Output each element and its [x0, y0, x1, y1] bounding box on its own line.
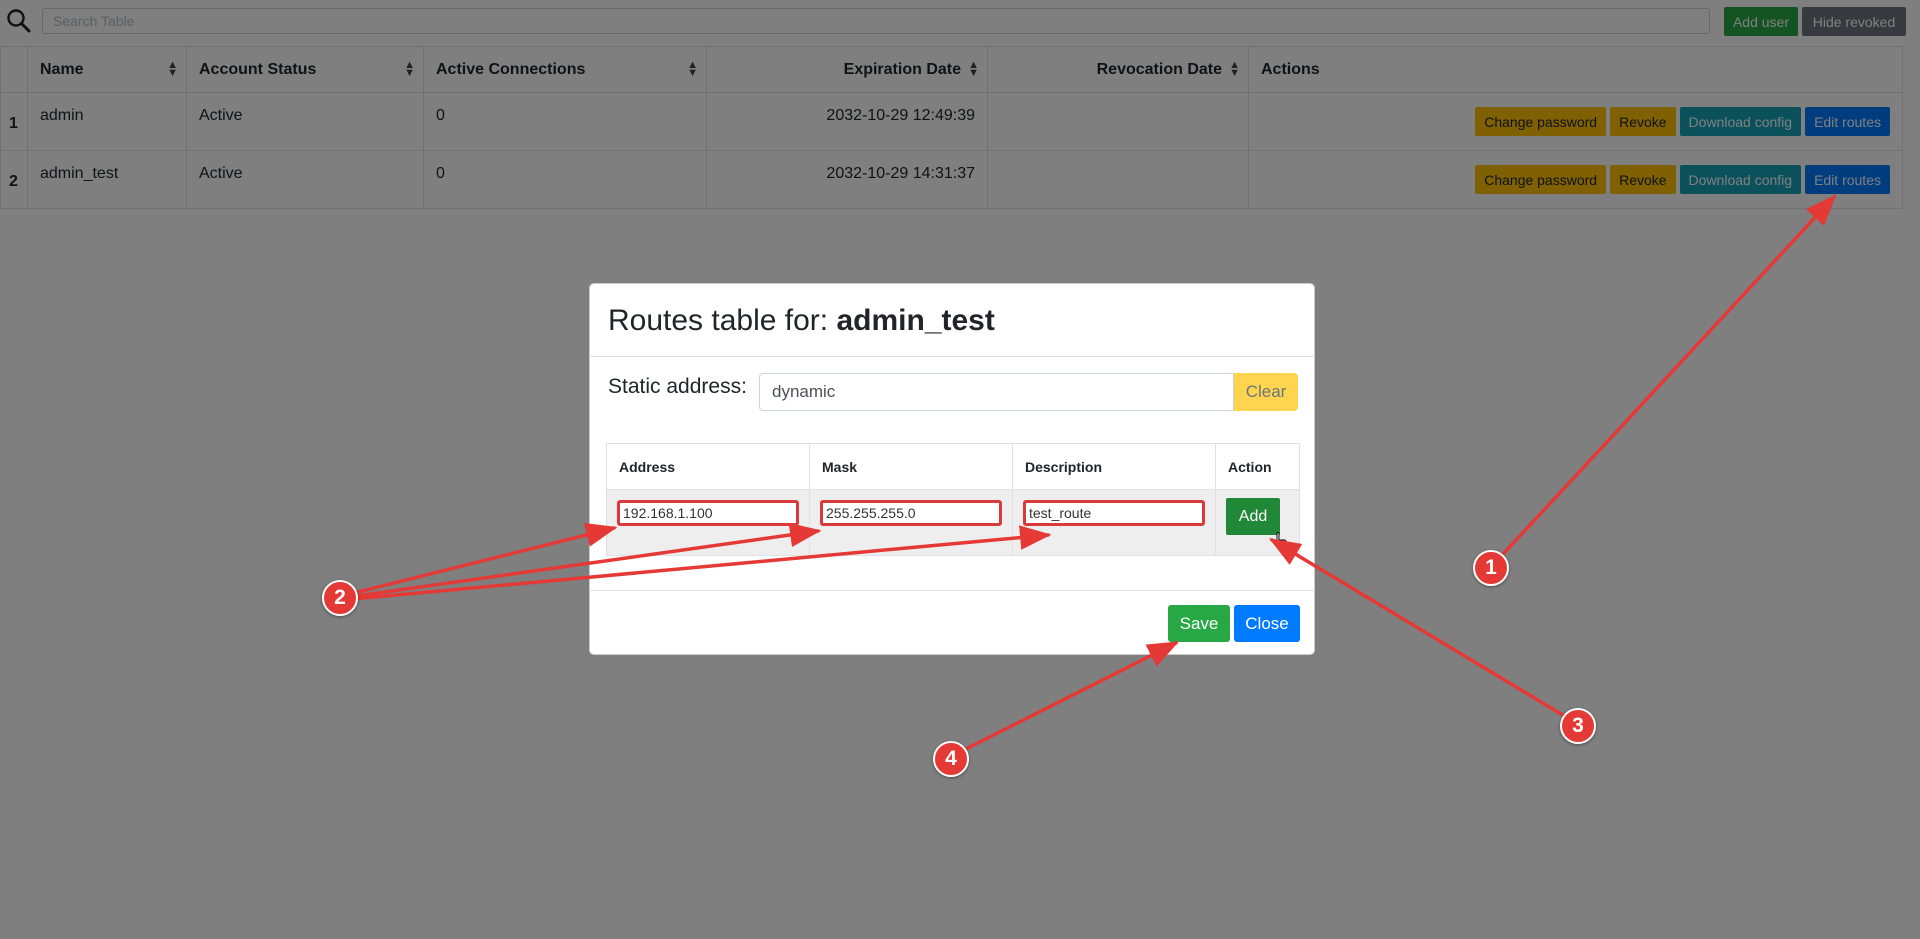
hand-cursor-icon	[1273, 532, 1287, 549]
mask-input[interactable]	[820, 500, 1002, 526]
modal-header: Routes table for: admin_test	[590, 284, 1314, 357]
modal-title-user: admin_test	[836, 304, 995, 337]
add-route-button[interactable]: Add	[1226, 498, 1280, 535]
step-marker-3: 3	[1560, 708, 1596, 744]
column-header-mask: Mask	[809, 443, 1013, 490]
mask-cell	[809, 489, 1013, 556]
static-address-label: Static address:	[608, 375, 747, 398]
close-button[interactable]: Close	[1234, 605, 1300, 642]
modal-footer: Save Close	[590, 590, 1314, 655]
routes-table-header: Address Mask Description Action	[606, 443, 1300, 490]
static-address-input[interactable]	[759, 373, 1234, 411]
address-cell	[606, 489, 810, 556]
column-header-description: Description	[1012, 443, 1216, 490]
address-input[interactable]	[617, 500, 799, 526]
save-button[interactable]: Save	[1168, 605, 1230, 642]
step-marker-4: 4	[933, 741, 969, 777]
column-header-action: Action	[1215, 443, 1300, 490]
routes-table: Address Mask Description Action Add	[606, 443, 1300, 556]
description-cell	[1012, 489, 1216, 556]
routes-modal: Routes table for: admin_test Static addr…	[589, 283, 1315, 655]
step-marker-1: 1	[1473, 550, 1509, 586]
description-input[interactable]	[1023, 500, 1205, 526]
new-route-row: Add	[606, 489, 1300, 556]
step-marker-2: 2	[322, 580, 358, 616]
clear-button[interactable]: Clear	[1234, 373, 1298, 411]
column-header-address: Address	[606, 443, 810, 490]
modal-title: Routes table for: admin_test	[608, 304, 995, 337]
